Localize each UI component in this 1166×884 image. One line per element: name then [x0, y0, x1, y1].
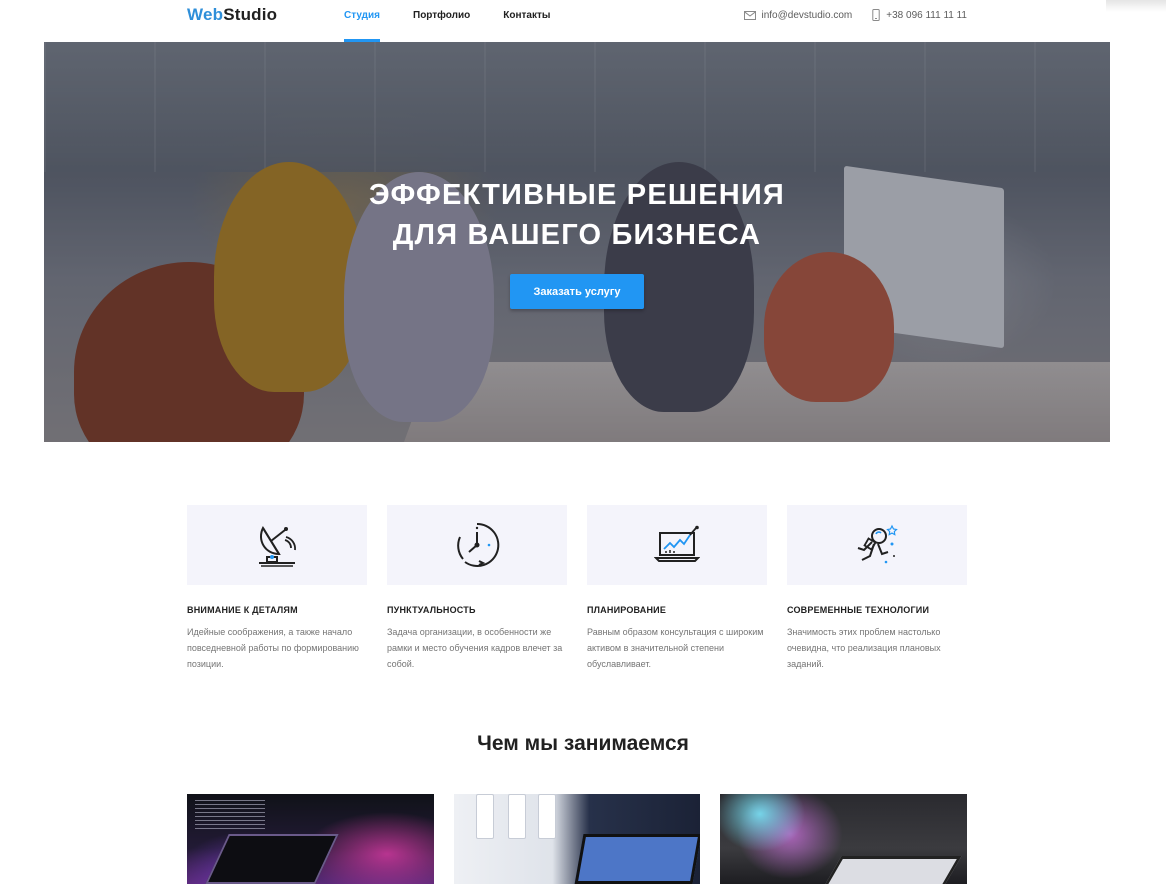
laptop-chart-icon	[654, 525, 700, 562]
hero-title-line2: ДЛЯ ВАШЕГО БИЗНЕСА	[392, 219, 762, 251]
feature-item: ПЛАНИРОВАНИЕ Равным образом консультация…	[587, 505, 767, 672]
phone-text: +38 096 111 11 11	[886, 9, 967, 21]
hero-title-line1: ЭФФЕКТИВНЫЕ РЕШЕНИЯ	[369, 179, 785, 211]
feature-item: СОВРЕМЕННЫЕ ТЕХНОЛОГИИ Значимость этих п…	[787, 505, 967, 672]
service-card-image[interactable]	[720, 794, 968, 884]
header-contacts: info@devstudio.com +38 096 111 11 11	[743, 9, 967, 21]
feature-item: ПУНКТУАЛЬНОСТЬ Задача организации, в осо…	[387, 505, 567, 672]
hero-title: ЭФФЕКТИВНЫЕ РЕШЕНИЯ ДЛЯ ВАШЕГО БИЗНЕСА	[44, 175, 1110, 255]
feature-icon-box	[387, 505, 567, 585]
feature-text: Равным образом консультация с широким ак…	[587, 627, 764, 669]
order-service-button[interactable]: Заказать услугу	[510, 274, 644, 309]
feature-icon-box	[787, 505, 967, 585]
feature-icon-box	[187, 505, 367, 585]
nav-portfolio[interactable]: Портфолио	[413, 0, 470, 42]
service-image-detail	[537, 794, 556, 839]
feature-title: ВНИМАНИЕ К ДЕТАЛЯМ	[187, 605, 298, 615]
service-card-image[interactable]	[187, 794, 434, 884]
service-image-detail	[574, 834, 701, 884]
email-text: info@devstudio.com	[761, 9, 853, 21]
site-header: WebStudio Студия Портфолио Контакты info…	[0, 0, 1166, 42]
hero-banner: ЭФФЕКТИВНЫЕ РЕШЕНИЯ ДЛЯ ВАШЕГО БИЗНЕСА З…	[44, 42, 1110, 442]
logo[interactable]: WebStudio	[187, 5, 277, 25]
feature-title: ПУНКТУАЛЬНОСТЬ	[387, 605, 476, 615]
features-section: ВНИМАНИЕ К ДЕТАЛЯМ Идейные соображения, …	[187, 505, 967, 672]
logo-studio: Studio	[223, 5, 278, 24]
service-image-detail	[205, 834, 339, 884]
service-image-detail	[507, 794, 526, 839]
phone-link[interactable]: +38 096 111 11 11	[872, 9, 967, 21]
main-nav: Студия Портфолио Контакты	[344, 0, 550, 42]
email-link[interactable]: info@devstudio.com	[743, 9, 853, 21]
feature-icon-box	[587, 505, 767, 585]
feature-text: Задача организации, в особенности же рам…	[387, 627, 563, 669]
feature-text: Идейные соображения, а также начало повс…	[187, 627, 359, 669]
phone-icon	[872, 9, 880, 21]
satellite-dish-icon	[259, 525, 296, 567]
feature-title: СОВРЕМЕННЫЕ ТЕХНОЛОГИИ	[787, 605, 930, 615]
astronaut-icon	[857, 524, 898, 564]
feature-title: ПЛАНИРОВАНИЕ	[587, 605, 667, 615]
services-grid	[187, 794, 968, 884]
services-title: Чем мы занимаемся	[477, 732, 689, 755]
service-image-detail	[195, 800, 265, 830]
clock-icon	[457, 522, 500, 567]
service-image-detail	[818, 856, 962, 884]
feature-item: ВНИМАНИЕ К ДЕТАЛЯМ Идейные соображения, …	[187, 505, 367, 672]
logo-web: Web	[187, 5, 224, 24]
mail-icon	[743, 10, 756, 20]
nav-contacts[interactable]: Контакты	[503, 0, 550, 42]
feature-text: Значимость этих проблем настолько очевид…	[787, 627, 941, 669]
service-image-detail	[475, 794, 494, 839]
service-card-image[interactable]	[453, 794, 701, 884]
nav-studio[interactable]: Студия	[344, 0, 381, 42]
top-right-shadow	[1106, 0, 1166, 12]
